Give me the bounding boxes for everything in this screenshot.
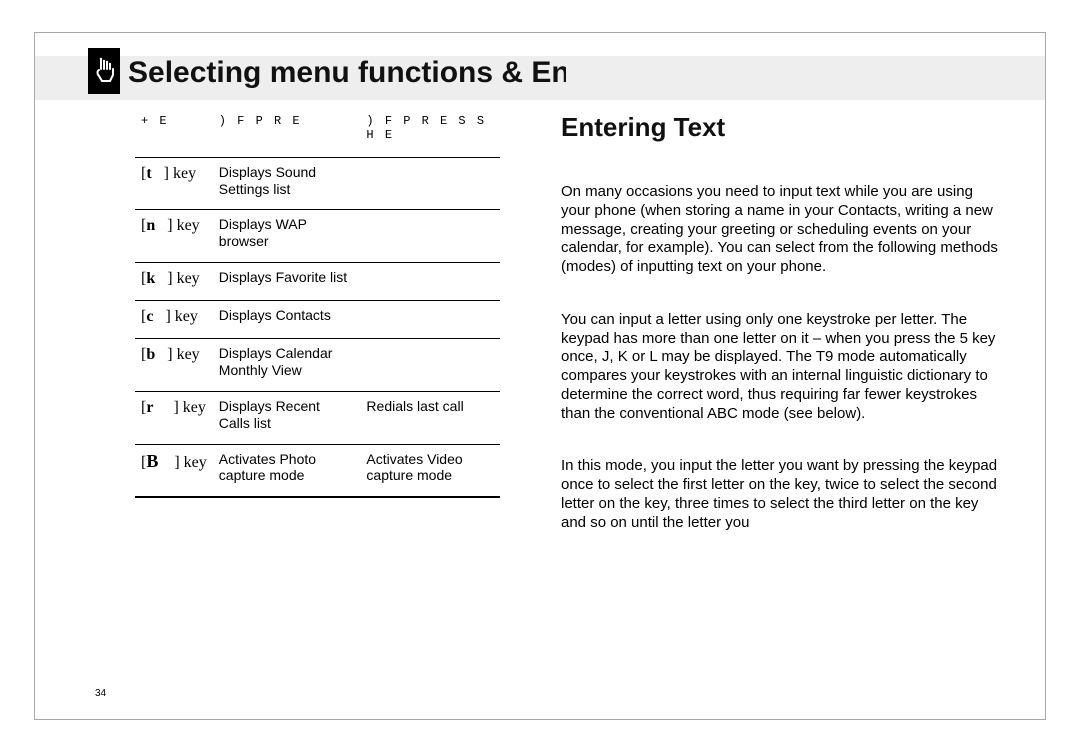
section-heading-entering-text: Entering Text (561, 112, 999, 143)
page-number: 34 (95, 688, 106, 699)
key-functions-table: + E ) F P R E ) F P R E S S H E [t ] key… (135, 110, 500, 498)
chapter-title: Selecting menu functions & Enteri (128, 56, 566, 90)
table-row: [c ] key Displays Contacts (135, 301, 500, 339)
abc-paragraph: In this mode, you input the letter you w… (561, 457, 999, 532)
table-row: [n ] key Displays WAP browser (135, 210, 500, 263)
intro-paragraph: On many occasions you need to input text… (561, 183, 999, 277)
table-row: [B ] key Activates Photo capture mode Ac… (135, 444, 500, 497)
table-row: [b ] key Displays Calendar Monthly View (135, 339, 500, 392)
col-header-presshold: ) F P R E S S H E (360, 110, 500, 157)
col-header-press: ) F P R E (213, 110, 361, 157)
table-row: [k ] key Displays Favorite list (135, 262, 500, 300)
hand-icon (88, 48, 120, 94)
table-row: [t ] key Displays Sound Settings list (135, 157, 500, 210)
t9-paragraph: You can input a letter using only one ke… (561, 311, 999, 424)
table-row: [r ] key Displays Recent Calls list Redi… (135, 391, 500, 444)
col-header-key: + E (135, 110, 213, 157)
